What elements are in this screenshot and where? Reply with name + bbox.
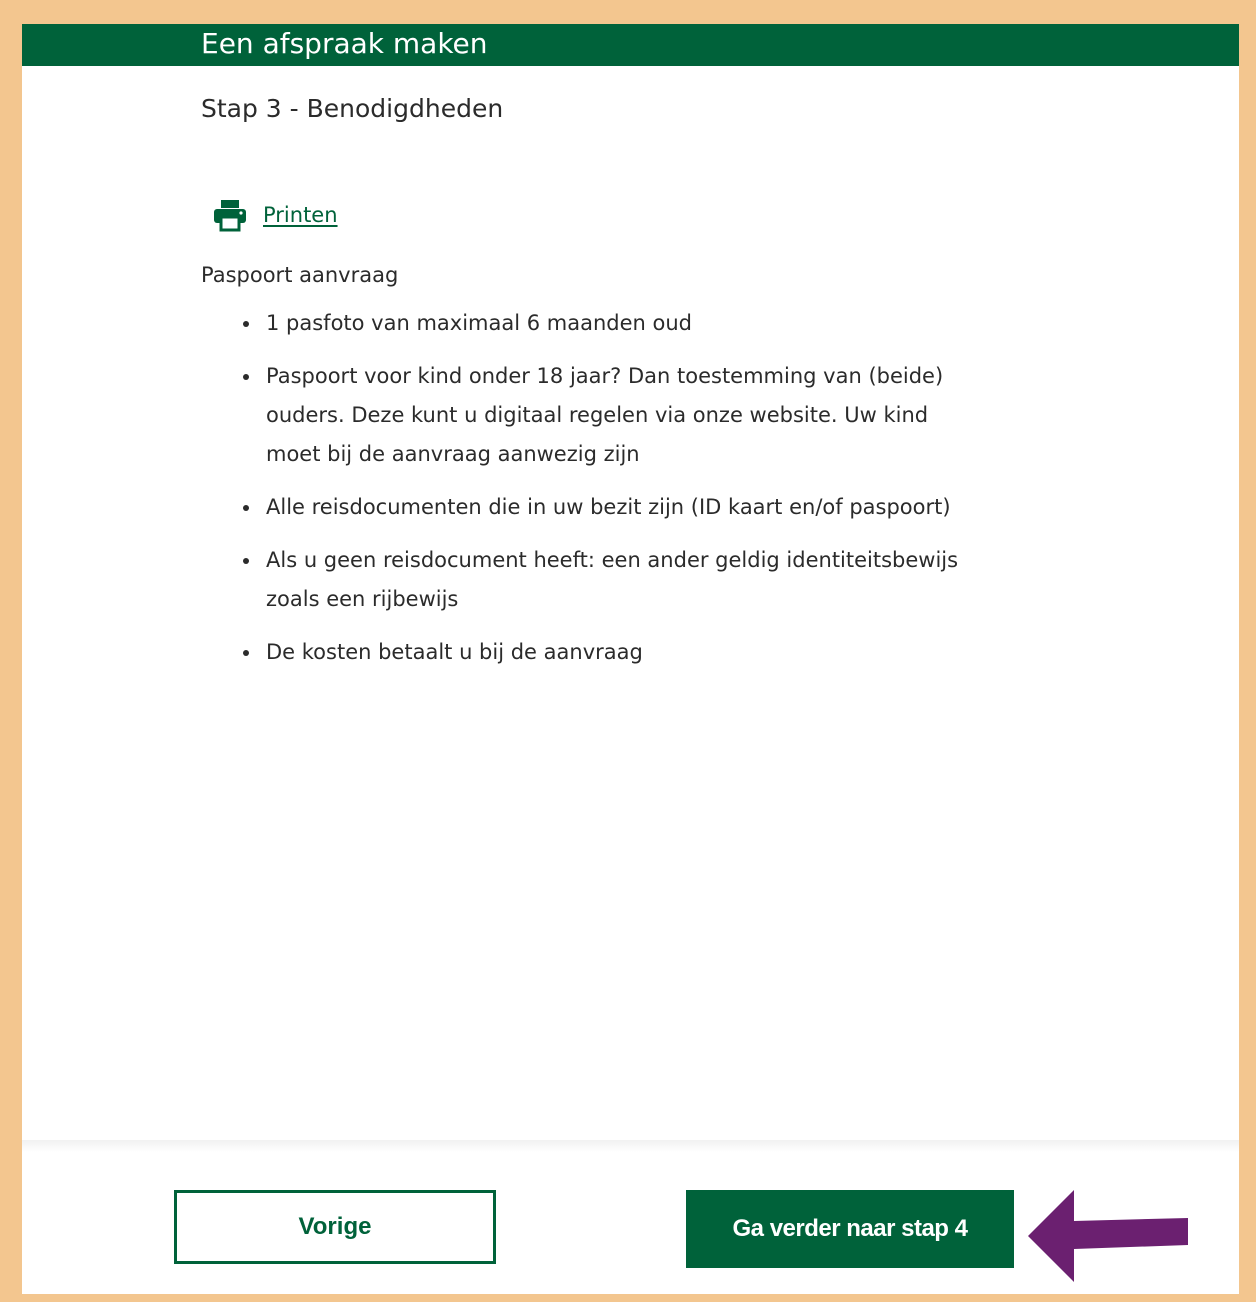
header-bar: Een afspraak maken [22,24,1239,66]
list-item: De kosten betaalt u bij de aanvraag [243,633,986,672]
footer-divider [22,1140,1239,1152]
previous-button[interactable]: Vorige [174,1190,496,1264]
list-item: Paspoort voor kind onder 18 jaar? Dan to… [243,357,986,474]
list-item: 1 pasfoto van maximaal 6 maanden oud [243,304,986,343]
print-link[interactable]: Printen [263,203,338,227]
page-title: Een afspraak maken [201,27,488,60]
step-title: Stap 3 - Benodigdheden [201,94,504,123]
appointment-panel: Een afspraak maken Stap 3 - Benodigdhede… [22,24,1239,1294]
section-title: Paspoort aanvraag [201,263,399,287]
pointer-arrow-icon [1028,1190,1188,1282]
list-item: Alle reisdocumenten die in uw bezit zijn… [243,488,986,527]
requirements-list: 1 pasfoto van maximaal 6 maanden oud Pas… [243,304,986,686]
print-action[interactable]: Printen [212,198,338,232]
list-item: Als u geen reisdocument heeft: een ander… [243,541,986,619]
next-step-button[interactable]: Ga verder naar stap 4 [686,1190,1014,1268]
printer-icon[interactable] [212,198,248,232]
